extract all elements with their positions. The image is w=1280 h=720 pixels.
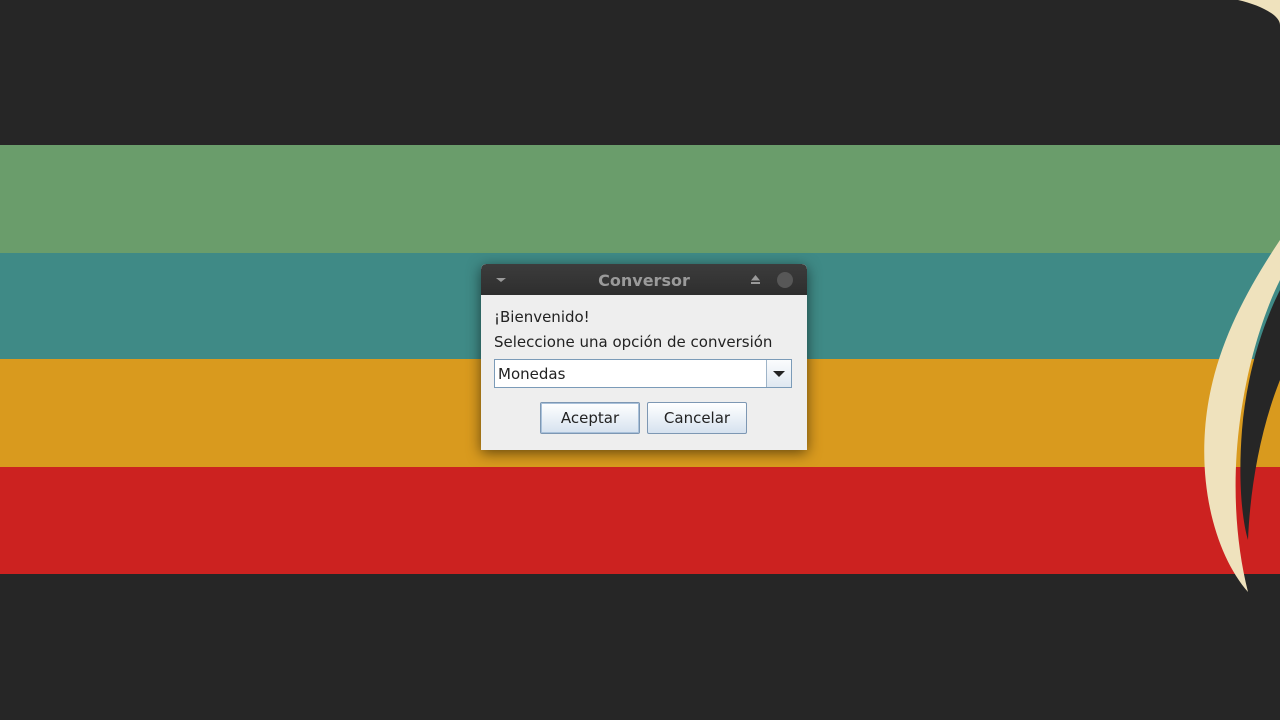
select-dropdown-button[interactable] [766,360,791,387]
conversor-dialog: Conversor ¡Bienvenido! Seleccione una op… [481,264,807,450]
chevron-down-icon [773,371,785,377]
desktop: Conversor ¡Bienvenido! Seleccione una op… [0,0,1280,720]
dialog-titlebar[interactable]: Conversor [481,264,807,295]
wallpaper-stripe-green [0,145,1280,253]
accept-button[interactable]: Aceptar [540,402,640,434]
wallpaper-swoosh-graphic [1204,0,1280,592]
maximize-icon[interactable] [750,274,761,285]
close-icon[interactable] [777,272,793,288]
conversion-prompt-label: Seleccione una opción de conversión [494,333,773,351]
conversion-type-select[interactable]: Monedas [494,359,792,388]
cancel-button[interactable]: Cancelar [647,402,747,434]
welcome-label: ¡Bienvenido! [494,308,590,326]
dialog-content: ¡Bienvenido! Seleccione una opción de co… [481,295,807,450]
wallpaper-stripe-red [0,467,1280,574]
conversion-type-selected-value: Monedas [498,365,566,383]
